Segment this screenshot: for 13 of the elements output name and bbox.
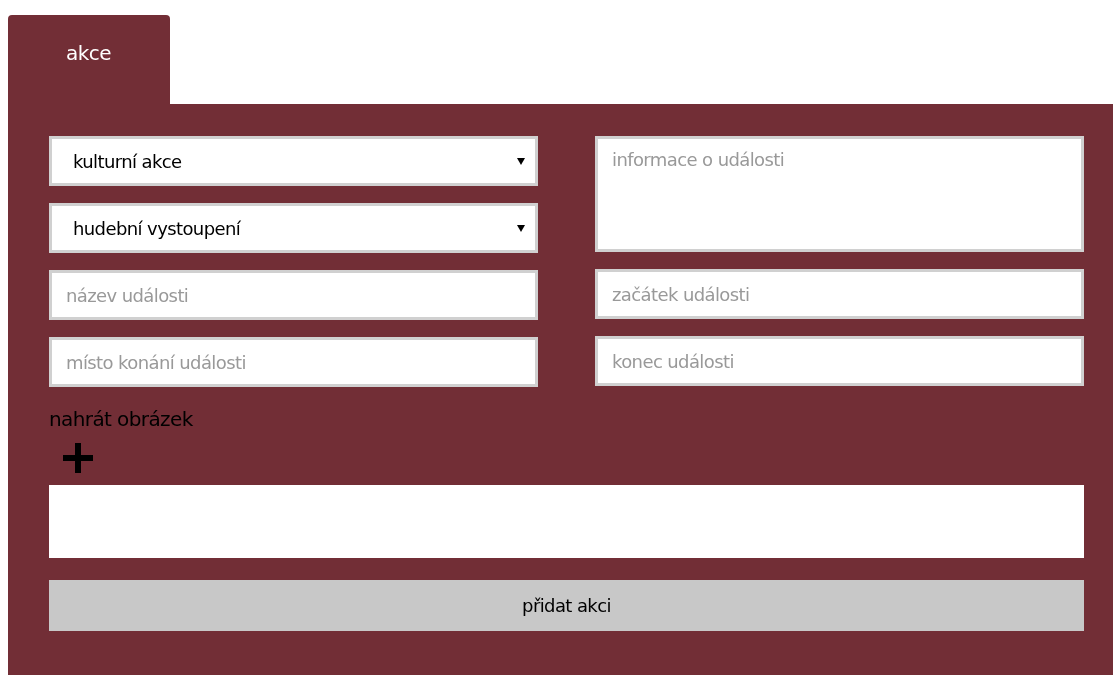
upload-label: nahrát obrázek <box>49 407 193 431</box>
caret-icon <box>517 224 525 232</box>
textarea-field[interactable]: informace o události <box>595 136 1084 252</box>
tab[interactable]: akce <box>8 15 170 104</box>
input-field[interactable]: místo konání události <box>49 337 538 387</box>
caret-icon <box>517 157 525 165</box>
dropdown[interactable]: hudební vystoupení <box>49 203 538 253</box>
plus-icon[interactable] <box>63 443 93 473</box>
input-field[interactable]: začátek události <box>595 269 1084 319</box>
dropdown[interactable]: kulturní akce <box>49 136 538 186</box>
submit-button[interactable]: přidat akci <box>49 580 1084 631</box>
input-field[interactable]: název události <box>49 270 538 320</box>
input-field[interactable]: konec události <box>595 336 1084 386</box>
